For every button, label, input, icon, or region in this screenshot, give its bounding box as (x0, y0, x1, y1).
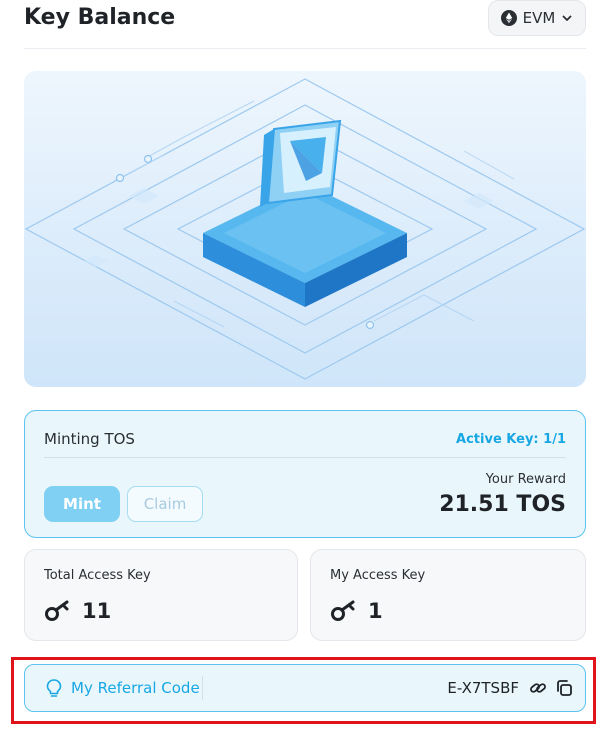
lightbulb-icon (46, 679, 62, 697)
active-key-status: Active Key: 1/1 (456, 432, 566, 447)
divider (44, 457, 566, 458)
claim-button[interactable]: Claim (127, 486, 203, 522)
referral-code-card: My Referral Code E-X7TSBF (24, 664, 586, 712)
minting-card: Minting TOS Active Key: 1/1 Your Reward … (24, 410, 586, 538)
total-access-key-card: Total Access Key 11 (24, 549, 298, 641)
referral-code-value: E-X7TSBF (447, 679, 519, 697)
my-access-key-card: My Access Key 1 (310, 549, 586, 641)
minting-title: Minting TOS (44, 430, 135, 448)
divider (202, 676, 203, 700)
link-icon[interactable] (529, 679, 547, 697)
page-title: Key Balance (24, 5, 176, 30)
total-access-key-value: 11 (82, 599, 112, 623)
total-access-key-label: Total Access Key (44, 568, 151, 583)
key-icon (331, 600, 355, 621)
chevron-down-icon (562, 15, 572, 21)
key-icon (45, 600, 69, 621)
copy-icon[interactable] (555, 679, 573, 697)
header: Key Balance EVM (24, 0, 586, 49)
hero-illustration (24, 71, 586, 387)
reward-label: Your Reward (485, 472, 566, 487)
network-label: EVM (522, 9, 556, 27)
ethereum-icon (500, 10, 517, 26)
reward-value: 21.51 TOS (439, 492, 566, 517)
mint-button[interactable]: Mint (44, 486, 120, 522)
my-access-key-label: My Access Key (330, 568, 426, 583)
tos-logo-platform-illustration (24, 78, 586, 380)
referral-code-label: My Referral Code (71, 679, 200, 697)
network-selector[interactable]: EVM (488, 0, 586, 36)
my-access-key-value: 1 (368, 599, 383, 623)
